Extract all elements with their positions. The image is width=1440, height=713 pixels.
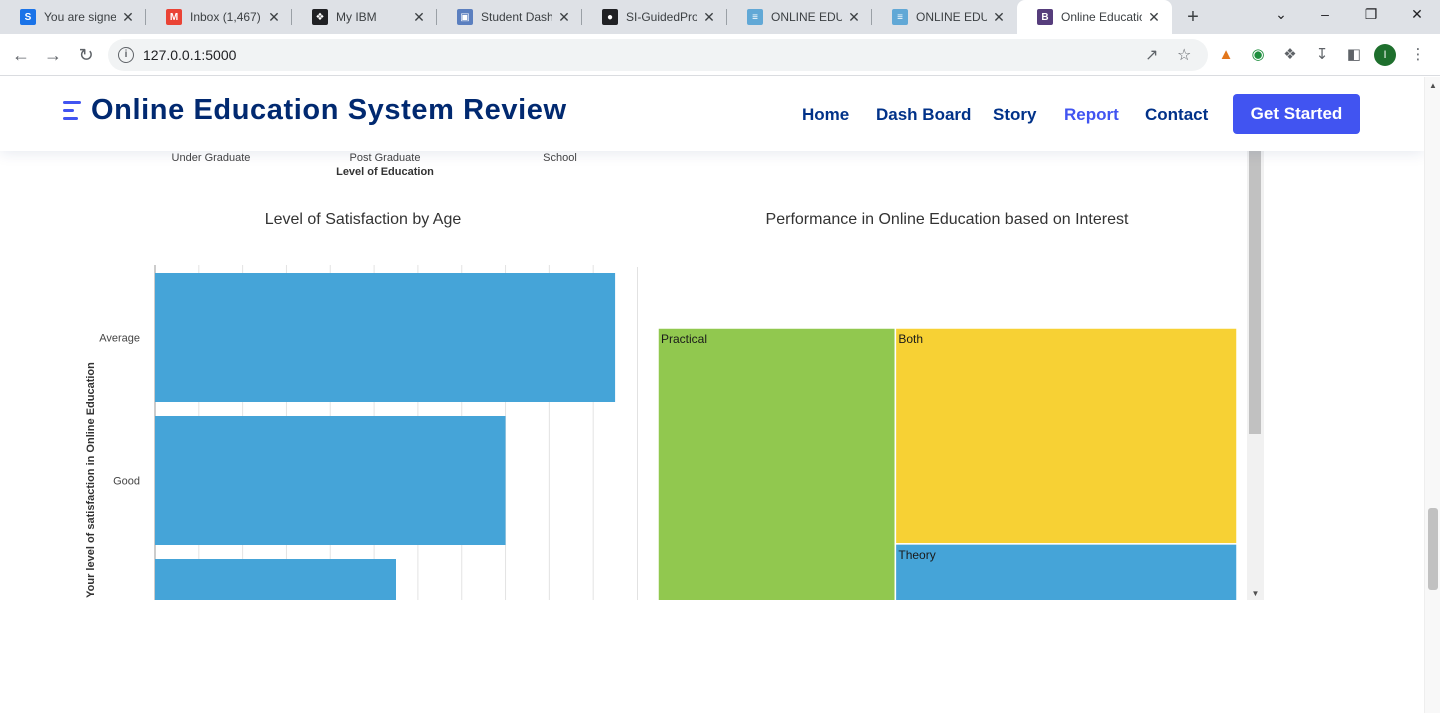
edu-tick-label: Under Graduate (172, 152, 251, 164)
treemap-tile-both (894, 327, 1238, 545)
tab-favicon-icon: M (166, 9, 182, 25)
page-scroll-thumb[interactable] (1428, 508, 1438, 590)
logo-bars-icon (63, 98, 83, 124)
browser-menu-icon[interactable]: ⋮ (1407, 44, 1429, 66)
tab-close-icon[interactable]: ✕ (266, 9, 282, 26)
bookmark-star-icon[interactable]: ☆ (1177, 45, 1191, 65)
tab-title: SI-GuidedProject (626, 10, 697, 24)
download-icon[interactable]: ↧ (1311, 44, 1333, 66)
dashboard-scroll-thumb[interactable] (1249, 147, 1261, 434)
page-viewport: Online Education System Review Home Dash … (0, 77, 1424, 713)
restore-button[interactable]: ❐ (1348, 0, 1394, 30)
tab-favicon-icon: S (20, 9, 36, 25)
tab-title: You are signed in (44, 10, 116, 24)
browser-tab[interactable]: ❖ My IBM ✕ (292, 0, 437, 34)
satisfaction-bar-bad (155, 559, 396, 600)
treemap-tile-practical (657, 327, 897, 600)
browser-tab-strip: S You are signed in ✕ M Inbox (1,467) - ✕ ❖ My… (0, 0, 1440, 34)
satisfaction-tick-label: Good (113, 476, 140, 488)
tab-title: My IBM (336, 10, 377, 24)
tab-close-icon[interactable]: ✕ (991, 9, 1007, 26)
satisfaction-tick-label: Average (99, 333, 140, 345)
tab-title: ONLINE EDUCATION (916, 10, 987, 24)
profile-avatar[interactable]: I (1374, 44, 1396, 66)
nav-link-report[interactable]: Report (1064, 105, 1119, 125)
nav-link-story[interactable]: Story (993, 105, 1036, 125)
browser-tab[interactable]: ● SI-GuidedProject ✕ (582, 0, 727, 34)
browser-tab[interactable]: S You are signed in ✕ (0, 0, 146, 34)
browser-tab[interactable]: ≡ ONLINE EDUCATION ✕ (872, 0, 1017, 34)
chart-divider (637, 267, 638, 600)
tab-close-icon[interactable]: ✕ (556, 9, 572, 26)
site-logo[interactable]: Online Education System Review (63, 94, 567, 127)
tab-favicon-icon: B (1037, 9, 1053, 25)
satisfaction-chart-title: Level of Satisfaction by Age (265, 211, 462, 228)
tab-favicon-icon: ▣ (457, 9, 473, 25)
tab-favicon-icon: ● (602, 9, 618, 25)
site-title: Online Education System Review (91, 94, 567, 126)
url-text[interactable]: 127.0.0.1:5000 (143, 47, 236, 63)
page-scrollbar[interactable]: ▲ (1424, 77, 1440, 713)
tab-favicon-icon: ≡ (747, 9, 763, 25)
tab-title: Student Dashboard (481, 10, 552, 24)
browser-tab[interactable]: M Inbox (1,467) - ✕ (146, 0, 292, 34)
treemap-tile-label: Theory (898, 548, 935, 562)
extensions-puzzle-icon[interactable]: ❖ (1279, 44, 1301, 66)
satisfaction-bar-good (155, 416, 506, 545)
tab-close-icon[interactable]: ✕ (411, 9, 427, 26)
grammar-extension-icon[interactable]: ◉ (1247, 44, 1269, 66)
edu-tick-label: School (543, 152, 577, 164)
tab-search-icon[interactable]: ⌄ (1258, 0, 1304, 30)
browser-tab[interactable]: ≡ ONLINE EDUCATION ✕ (727, 0, 872, 34)
edu-tick-label: Post Graduate (350, 152, 421, 164)
window-close-button[interactable]: ✕ (1394, 0, 1440, 30)
nav-link-dash-board[interactable]: Dash Board (876, 105, 971, 125)
browser-tab[interactable]: B Online Education ✕ (1017, 0, 1172, 34)
tab-close-icon[interactable]: ✕ (120, 9, 136, 26)
page-scroll-up-icon[interactable]: ▲ (1425, 81, 1440, 90)
scroll-down-arrow-icon[interactable]: ▼ (1247, 589, 1264, 598)
browser-toolbar: ← → ↻ i 127.0.0.1:5000 ↗ ☆ ▲ ◉ ❖ ↧ ◧ I ⋮ (0, 34, 1440, 76)
forward-icon[interactable]: → (40, 42, 66, 68)
tab-close-icon[interactable]: ✕ (846, 9, 862, 26)
share-icon[interactable]: ↗ (1145, 45, 1158, 65)
dashboard-canvas: Under Graduate Post Graduate School Level o… (85, 152, 1238, 600)
tab-title: Online Education (1061, 10, 1142, 24)
metamask-extension-icon[interactable]: ▲ (1215, 44, 1237, 66)
site-header: Online Education System Review Home Dash … (0, 77, 1424, 151)
nav-link-contact[interactable]: Contact (1145, 105, 1208, 125)
tab-favicon-icon: ≡ (892, 9, 908, 25)
tab-title: ONLINE EDUCATION (771, 10, 842, 24)
new-tab-button[interactable]: + (1180, 5, 1206, 29)
edu-x-axis-label: Level of Education (336, 166, 434, 178)
tab-close-icon[interactable]: ✕ (701, 9, 717, 26)
minimize-button[interactable]: – (1302, 0, 1348, 30)
treemap-tile-theory (894, 543, 1238, 600)
back-icon[interactable]: ← (8, 42, 34, 68)
get-started-button[interactable]: Get Started (1233, 94, 1360, 134)
tab-favicon-icon: ❖ (312, 9, 328, 25)
reload-icon[interactable]: ↻ (73, 42, 99, 68)
side-panel-icon[interactable]: ◧ (1343, 44, 1365, 66)
site-info-icon[interactable]: i (118, 47, 134, 63)
treemap-tile-label: Practical (661, 332, 707, 346)
interest-chart-title: Performance in Online Education based on… (766, 211, 1129, 228)
satisfaction-bar-average (155, 273, 616, 402)
treemap-tile-label: Both (898, 332, 923, 346)
embedded-dashboard[interactable]: Under Graduate Post Graduate School Level o… (67, 147, 1264, 600)
nav-link-home[interactable]: Home (802, 105, 849, 125)
address-bar[interactable]: i 127.0.0.1:5000 ↗ ☆ (108, 39, 1208, 71)
tab-close-icon[interactable]: ✕ (1146, 9, 1162, 26)
tab-title: Inbox (1,467) - (190, 10, 262, 24)
dashboard-scrollbar[interactable]: ▼ (1247, 147, 1264, 600)
browser-tab[interactable]: ▣ Student Dashboard ✕ (437, 0, 582, 34)
satisfaction-y-axis-label: Your level of satisfaction in Online Edu… (85, 362, 97, 598)
